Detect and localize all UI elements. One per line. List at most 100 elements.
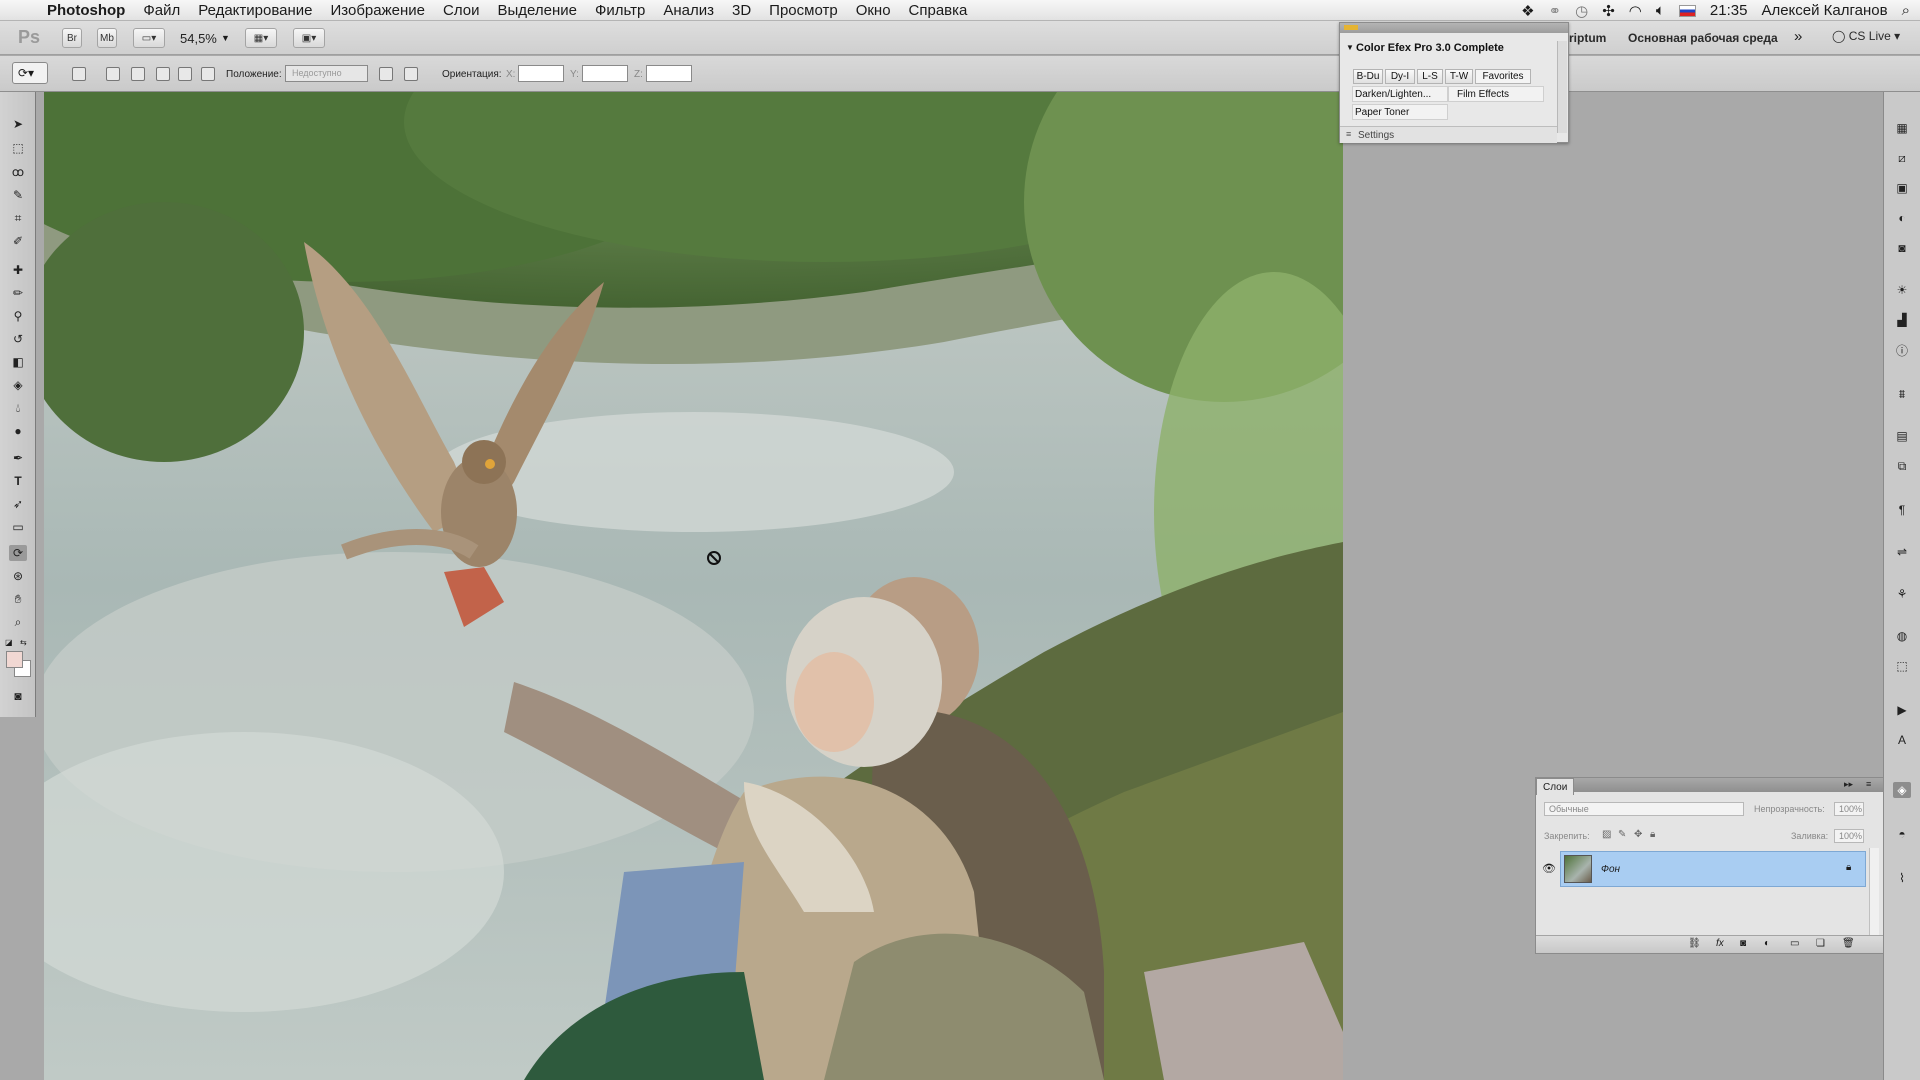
zoom-level-dropdown[interactable]: 54,5% bbox=[180, 31, 217, 46]
visibility-eye-icon[interactable]: 👁︎ bbox=[1542, 862, 1556, 875]
wifi-icon[interactable]: ◠ bbox=[1629, 2, 1642, 20]
brush-tool-icon[interactable]: ✏ bbox=[9, 285, 27, 301]
document-canvas[interactable] bbox=[44, 92, 1343, 1080]
tab-l-s[interactable]: L-S bbox=[1417, 69, 1443, 84]
spotlight-search-icon[interactable]: ⌕ bbox=[1902, 2, 1910, 19]
creative-cloud-icon[interactable]: ⚭ bbox=[1549, 2, 1562, 20]
launch-bridge-button[interactable]: Br bbox=[62, 28, 82, 48]
menu-app-name[interactable]: Photoshop bbox=[38, 0, 134, 21]
input-source-flag-icon[interactable] bbox=[1678, 4, 1696, 17]
minibridge-panel-icon[interactable]: ▣ bbox=[1893, 180, 1911, 196]
delete-position-icon[interactable] bbox=[404, 67, 418, 81]
marquee-tool-icon[interactable]: ⬚ bbox=[9, 140, 27, 156]
clone-stamp-tool-icon[interactable]: ⚲ bbox=[9, 308, 27, 324]
panel-titlebar[interactable] bbox=[1340, 23, 1568, 33]
screen-mode-dropdown[interactable]: ▣▾ bbox=[293, 28, 325, 48]
eyedropper-tool-icon[interactable]: ✐ bbox=[9, 233, 27, 249]
3d-roll-icon[interactable] bbox=[106, 67, 120, 81]
3d-pan-icon[interactable] bbox=[156, 67, 170, 81]
menu-view[interactable]: Просмотр bbox=[760, 0, 847, 21]
dodge-tool-icon[interactable]: ● bbox=[9, 423, 27, 439]
hand-tool-icon[interactable]: ✋︎ bbox=[9, 591, 27, 607]
menu-filter[interactable]: Фильтр bbox=[586, 0, 654, 21]
brush-presets-panel-icon[interactable]: ⧄ bbox=[1893, 150, 1911, 166]
paint-bucket-tool-icon[interactable]: ◈ bbox=[9, 377, 27, 393]
channels-panel-icon[interactable]: ◓ bbox=[1893, 826, 1911, 842]
healing-brush-tool-icon[interactable]: ✚ bbox=[9, 262, 27, 278]
save-position-icon[interactable] bbox=[379, 67, 393, 81]
workspace-partial-label[interactable]: ript​um bbox=[1569, 31, 1606, 45]
filter-film-effects[interactable]: Film Effects bbox=[1448, 86, 1544, 102]
more-workspaces-icon[interactable]: » bbox=[1794, 28, 1802, 45]
rectangle-tool-icon[interactable]: ▭ bbox=[9, 519, 27, 535]
layer-row-background[interactable]: Фон 🔒︎ bbox=[1560, 851, 1866, 887]
lock-pixels-icon[interactable]: ✎ bbox=[1618, 829, 1626, 840]
navigator-panel-icon[interactable]: ◐ bbox=[1893, 210, 1911, 226]
lock-all-icon[interactable]: 🔒︎ bbox=[1650, 829, 1655, 840]
adjustments-panel-icon[interactable]: ☀ bbox=[1893, 282, 1911, 298]
paragraph-panel-icon[interactable]: ¶ bbox=[1893, 502, 1911, 518]
layers-panel-icon[interactable]: ◈ bbox=[1893, 782, 1911, 798]
character-panel-icon[interactable]: A bbox=[1893, 732, 1911, 748]
tool-presets-panel-icon[interactable]: ⩩ bbox=[1893, 386, 1911, 402]
3d-walk-icon[interactable] bbox=[178, 67, 192, 81]
z-input[interactable] bbox=[646, 65, 692, 82]
fill-input[interactable]: 100% bbox=[1834, 829, 1864, 843]
layers-scrollbar[interactable] bbox=[1869, 848, 1879, 936]
history-brush-tool-icon[interactable]: ↺ bbox=[9, 331, 27, 347]
workspace-switcher[interactable]: Основная рабочая среда bbox=[1628, 31, 1778, 45]
eraser-tool-icon[interactable]: ◧ bbox=[9, 354, 27, 370]
position-dropdown[interactable]: Недоступно bbox=[285, 65, 368, 82]
type-tool-icon[interactable]: T bbox=[9, 473, 27, 489]
menu-edit[interactable]: Редактирование bbox=[189, 0, 321, 21]
adjustment-layer-icon[interactable]: ◐ bbox=[1764, 938, 1770, 949]
delete-layer-icon[interactable]: 🗑︎ bbox=[1842, 938, 1855, 949]
time-machine-icon[interactable]: ◷ bbox=[1575, 2, 1588, 20]
camera-panel-icon[interactable]: ◙ bbox=[1893, 240, 1911, 256]
crop-tool-icon[interactable]: ⌗ bbox=[9, 210, 27, 226]
layer-name[interactable]: Фон bbox=[1601, 864, 1620, 875]
collapse-panel-icon[interactable]: ▸▸ bbox=[1844, 779, 1853, 790]
menu-select[interactable]: Выделение bbox=[488, 0, 585, 21]
menu-window[interactable]: Окно bbox=[847, 0, 900, 21]
timeline-panel-icon[interactable]: ▶ bbox=[1893, 702, 1911, 718]
efex-scrollbar[interactable] bbox=[1557, 41, 1567, 133]
histogram-panel-icon[interactable]: ▟ bbox=[1893, 312, 1911, 328]
blend-mode-select[interactable]: Обычные bbox=[1544, 802, 1744, 816]
tab-layers[interactable]: Слои bbox=[1536, 778, 1574, 795]
transform-panel-icon[interactable]: ⬚ bbox=[1893, 658, 1911, 674]
dropbox-icon[interactable]: ❖ bbox=[1521, 2, 1534, 20]
link-layers-icon[interactable]: ⛓ bbox=[1688, 938, 1701, 949]
default-colors-icon[interactable]: ◪ bbox=[5, 638, 13, 647]
menu-3d[interactable]: 3D bbox=[723, 0, 760, 21]
tab-dy-i[interactable]: Dy-I bbox=[1385, 69, 1415, 84]
efex-settings-label[interactable]: Settings bbox=[1358, 130, 1394, 141]
tab-t-w[interactable]: T-W bbox=[1445, 69, 1473, 84]
clone-source-panel-icon[interactable]: ⚘ bbox=[1893, 586, 1911, 602]
user-name[interactable]: Алексей Калганов bbox=[1761, 2, 1887, 19]
blur-tool-icon[interactable]: 💧︎ bbox=[9, 400, 27, 416]
tab-b-du[interactable]: B-Du bbox=[1353, 69, 1383, 84]
y-input[interactable] bbox=[582, 65, 628, 82]
lasso-tool-icon[interactable]: ꝏ bbox=[9, 164, 27, 180]
pen-tool-icon[interactable]: ✒ bbox=[9, 450, 27, 466]
lock-position-icon[interactable]: ✥ bbox=[1634, 829, 1642, 840]
3d-zoom-icon[interactable] bbox=[201, 67, 215, 81]
3d-panel-icon[interactable]: ◍ bbox=[1893, 628, 1911, 644]
launch-minibridge-button[interactable]: Mb bbox=[97, 28, 117, 48]
new-group-icon[interactable]: ▭ bbox=[1790, 938, 1799, 949]
swatches-panel-icon[interactable]: ▦ bbox=[1893, 120, 1911, 136]
tab-favorites[interactable]: Favorites bbox=[1475, 69, 1531, 84]
new-layer-icon[interactable]: ❏ bbox=[1816, 938, 1825, 949]
path-selection-tool-icon[interactable]: ➶ bbox=[9, 496, 27, 512]
3d-orbit-icon[interactable] bbox=[131, 67, 145, 81]
swap-colors-icon[interactable]: ⇆ bbox=[20, 638, 27, 647]
history-panel-icon[interactable]: ⧉ bbox=[1893, 458, 1911, 474]
x-input[interactable] bbox=[518, 65, 564, 82]
quick-selection-tool-icon[interactable]: ✎ bbox=[9, 187, 27, 203]
menu-image[interactable]: Изображение bbox=[321, 0, 434, 21]
animation-panel-icon[interactable]: ⇌ bbox=[1893, 544, 1911, 560]
view-extras-dropdown[interactable]: ▭▾ bbox=[133, 28, 165, 48]
settings-icon[interactable]: ≡ bbox=[1346, 129, 1351, 139]
paths-panel-icon[interactable]: ⌇ bbox=[1893, 870, 1911, 886]
